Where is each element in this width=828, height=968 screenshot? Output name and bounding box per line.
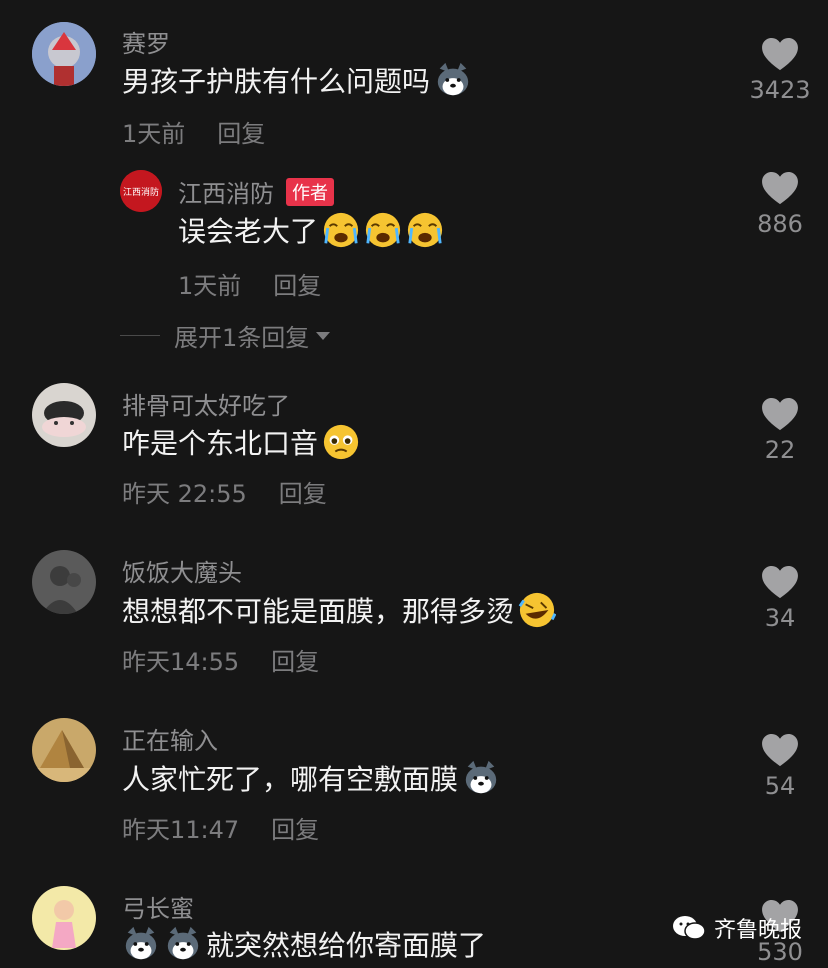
timestamp: 昨天11:47 <box>122 816 240 844</box>
comment-meta: 1天前 回复 <box>122 114 265 149</box>
heart-icon <box>762 398 798 431</box>
username[interactable]: 正在输入 <box>122 721 218 756</box>
timestamp: 1天前 <box>178 272 242 300</box>
comment-text: 想想都不可能是面膜，那得多烫 <box>122 590 557 630</box>
username[interactable]: 江西消防 作者 <box>178 174 334 209</box>
heart-icon <box>762 734 798 767</box>
rofl-emoji-icon <box>518 592 557 628</box>
husky-emoji-icon <box>465 760 497 794</box>
avatar-logo-text: 江西消防 <box>123 186 159 198</box>
crying-emoji-icon <box>407 212 443 248</box>
like-button[interactable]: 886 <box>745 172 815 238</box>
reply-button[interactable]: 回复 <box>273 266 321 301</box>
husky-emoji-icon <box>167 926 199 960</box>
husky-emoji-icon <box>437 62 469 96</box>
reply-button[interactable]: 回复 <box>279 474 327 509</box>
username[interactable]: 弓长蜜 <box>122 889 194 924</box>
avatar[interactable] <box>32 718 96 782</box>
like-button[interactable]: 3423 <box>745 38 815 104</box>
like-count: 34 <box>764 604 796 632</box>
divider <box>120 335 160 336</box>
pleading-emoji-icon <box>323 424 359 460</box>
username[interactable]: 饭饭大魔头 <box>122 553 242 588</box>
crying-emoji-icon <box>323 212 359 248</box>
comment-text: 男孩子护肤有什么问题吗 <box>122 60 472 100</box>
like-button[interactable]: 22 <box>745 398 815 464</box>
timestamp: 1天前 <box>122 120 186 148</box>
like-button[interactable]: 54 <box>745 734 815 800</box>
username[interactable]: 赛罗 <box>122 24 170 59</box>
heart-icon <box>762 566 798 599</box>
crying-emoji-icon <box>365 212 401 248</box>
timestamp: 昨天14:55 <box>122 648 240 676</box>
like-count: 22 <box>764 436 796 464</box>
comment-meta: 昨天11:47 回复 <box>122 810 319 845</box>
reply-button[interactable]: 回复 <box>271 810 319 845</box>
like-button[interactable]: 34 <box>745 566 815 632</box>
expand-replies-button[interactable]: 展开1条回复 <box>120 318 331 353</box>
caret-down-icon <box>316 331 331 340</box>
reply-button[interactable]: 回复 <box>271 642 319 677</box>
author-badge: 作者 <box>286 178 334 206</box>
comment-text: 误会老大了 <box>178 210 444 250</box>
timestamp: 昨天 22:55 <box>122 480 247 508</box>
heart-icon <box>762 38 798 71</box>
comment-meta: 1天前 回复 <box>178 266 321 301</box>
avatar[interactable]: 江西消防 <box>120 170 162 212</box>
comment-meta: 昨天 22:55 回复 <box>122 474 327 509</box>
avatar[interactable] <box>32 22 96 86</box>
like-count: 3423 <box>749 76 811 104</box>
reply-button[interactable]: 回复 <box>217 114 265 149</box>
avatar[interactable] <box>32 886 96 950</box>
like-count: 54 <box>764 772 796 800</box>
heart-icon <box>762 172 798 205</box>
like-count: 886 <box>757 210 803 238</box>
comment-text: 咋是个东北口音 <box>122 422 360 462</box>
avatar[interactable] <box>32 383 96 447</box>
husky-emoji-icon <box>125 926 157 960</box>
comment-text: 就突然想给你寄面膜了 <box>122 924 486 964</box>
avatar[interactable] <box>32 550 96 614</box>
watermark: 齐鲁晚报 <box>672 912 802 944</box>
username[interactable]: 排骨可太好吃了 <box>122 386 290 421</box>
wechat-icon <box>672 916 706 940</box>
comment-text: 人家忙死了，哪有空敷面膜 <box>122 758 500 798</box>
comment-meta: 昨天14:55 回复 <box>122 642 319 677</box>
